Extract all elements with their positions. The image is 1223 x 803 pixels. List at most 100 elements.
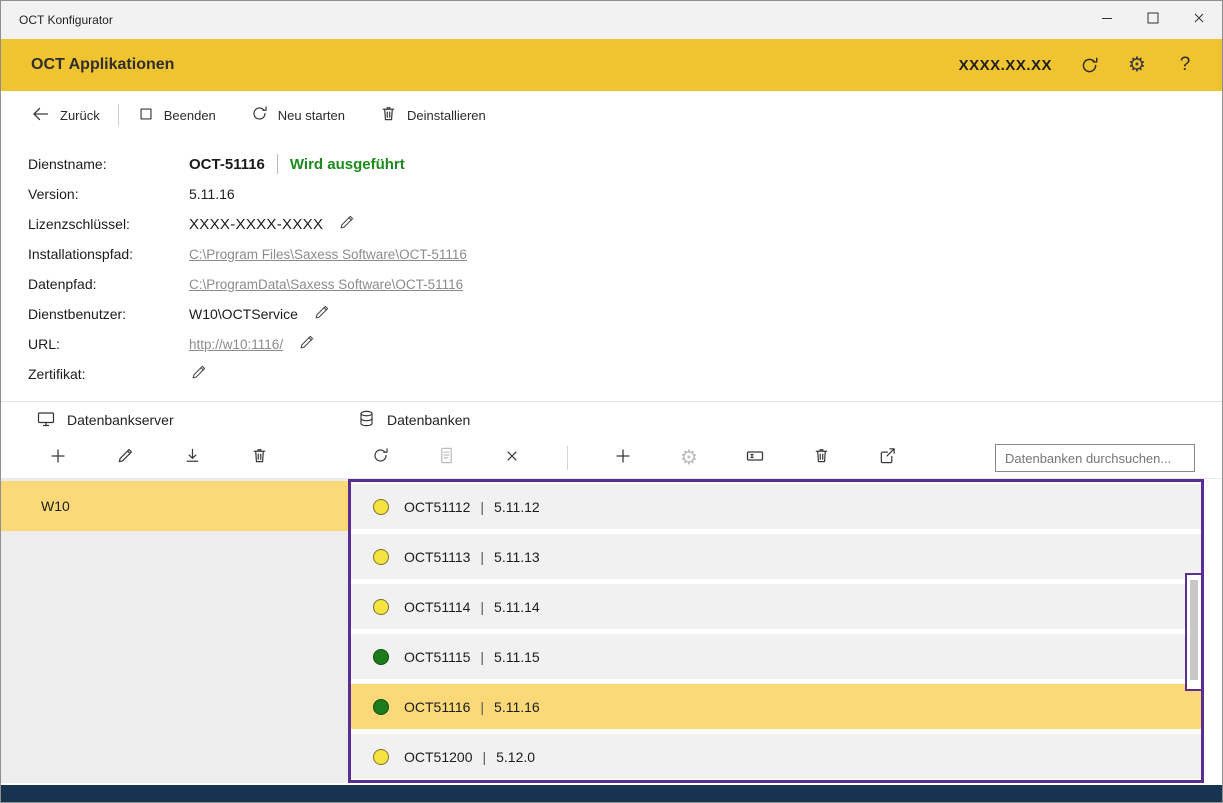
database-version: 5.11.16 xyxy=(494,699,540,715)
separator: | xyxy=(480,599,484,615)
url-link[interactable]: http://w10:1116/ xyxy=(189,337,283,352)
edit-license-button[interactable] xyxy=(337,214,357,234)
database-list-item[interactable]: OCT51112 | 5.11.12 xyxy=(351,484,1201,529)
edit-url-button[interactable] xyxy=(297,334,317,354)
database-list-item[interactable]: OCT51113 | 5.11.13 xyxy=(351,534,1201,579)
panel-headers: Datenbankserver Datenbanken xyxy=(1,401,1222,437)
download-server-button[interactable] xyxy=(181,447,203,469)
database-list-item[interactable]: OCT51114 | 5.11.14 xyxy=(351,584,1201,629)
database-search-input[interactable] xyxy=(995,444,1195,472)
database-list-item[interactable]: OCT51200 | 5.12.0 xyxy=(351,734,1201,779)
database-list-item[interactable]: OCT51115 | 5.11.15 xyxy=(351,634,1201,679)
x-icon xyxy=(503,447,521,470)
detail-row-install-path: Installationspfad: C:\Program Files\Saxe… xyxy=(28,239,1222,269)
license-label: Lizenzschlüssel: xyxy=(28,216,189,232)
database-version: 5.12.0 xyxy=(496,749,535,765)
add-database-button[interactable] xyxy=(612,447,634,469)
refresh-icon[interactable] xyxy=(1078,54,1100,76)
minimize-button[interactable] xyxy=(1084,1,1130,39)
window-controls xyxy=(1084,1,1222,39)
uninstall-label: Deinstallieren xyxy=(407,108,486,123)
database-name: OCT51116 xyxy=(404,699,470,715)
command-divider xyxy=(118,104,119,126)
pencil-icon xyxy=(298,333,316,356)
share-database-button[interactable] xyxy=(876,447,898,469)
trash-icon xyxy=(250,446,269,470)
app-window: OCT Konfigurator OCT Applikationen XXXX.… xyxy=(0,0,1223,803)
database-name: OCT51114 xyxy=(404,599,470,615)
edit-server-button[interactable] xyxy=(114,447,136,469)
database-icon xyxy=(357,409,376,431)
status-divider xyxy=(277,154,278,174)
server-list: W10 xyxy=(1,479,348,783)
database-version: 5.11.12 xyxy=(494,499,540,515)
status-dot xyxy=(373,499,389,515)
page-title: OCT Applikationen xyxy=(31,56,174,74)
detail-row-service-name: Dienstname: OCT-51116 Wird ausgeführt xyxy=(28,149,1222,179)
install-path-label: Installationspfad: xyxy=(28,246,189,262)
stop-label: Beenden xyxy=(164,108,216,123)
data-path-link[interactable]: C:\ProgramData\Saxess Software\OCT-51116 xyxy=(189,277,463,292)
install-path-link[interactable]: C:\Program Files\Saxess Software\OCT-511… xyxy=(189,247,467,262)
close-button[interactable] xyxy=(1176,1,1222,39)
status-dot xyxy=(373,549,389,565)
settings-gear-icon[interactable]: ⚙ xyxy=(1126,54,1148,76)
command-bar: Zurück Beenden Neu starten Deinstalliere… xyxy=(1,91,1222,139)
rename-database-button[interactable] xyxy=(744,447,766,469)
trash-icon xyxy=(379,104,398,126)
back-button[interactable]: Zurück xyxy=(31,104,100,127)
version-value: 5.11.16 xyxy=(189,186,235,202)
minimize-icon xyxy=(1099,10,1115,31)
uninstall-button[interactable]: Deinstallieren xyxy=(379,104,486,126)
service-name-label: Dienstname: xyxy=(28,156,189,172)
status-dot xyxy=(373,749,389,765)
rename-icon xyxy=(745,446,765,471)
edit-certificate-button[interactable] xyxy=(189,364,209,384)
add-server-button[interactable] xyxy=(47,447,69,469)
license-value: XXXX-XXXX-XXXX xyxy=(189,216,323,233)
server-panel-header: Datenbankserver xyxy=(36,402,174,438)
service-user-label: Dienstbenutzer: xyxy=(28,306,189,322)
status-dot xyxy=(373,649,389,665)
maximize-icon xyxy=(1145,10,1161,31)
server-list-item[interactable]: W10 xyxy=(1,481,348,531)
detail-row-license: Lizenzschlüssel: XXXX-XXXX-XXXX xyxy=(28,209,1222,239)
back-arrow-icon xyxy=(31,104,51,127)
maximize-button[interactable] xyxy=(1130,1,1176,39)
database-version: 5.11.13 xyxy=(494,549,540,565)
download-icon xyxy=(183,446,202,470)
database-name: OCT51112 xyxy=(404,499,470,515)
title-bar: OCT Konfigurator xyxy=(1,1,1222,39)
database-list-item-selected[interactable]: OCT51116 | 5.11.16 xyxy=(351,684,1201,729)
server-panel-title: Datenbankserver xyxy=(67,412,174,428)
toolbar-divider xyxy=(567,446,568,470)
scrollbar[interactable] xyxy=(1185,573,1203,691)
plus-icon xyxy=(48,446,68,471)
scrollbar-thumb[interactable] xyxy=(1190,580,1198,680)
delete-server-button[interactable] xyxy=(248,447,270,469)
stop-service-button[interactable]: Beenden xyxy=(137,105,216,126)
restart-label: Neu starten xyxy=(278,108,345,123)
stop-square-icon xyxy=(137,105,155,126)
detail-row-certificate: Zertifikat: xyxy=(28,359,1222,389)
restart-icon xyxy=(250,104,269,126)
script-button xyxy=(435,447,457,469)
database-panel-header: Datenbanken xyxy=(357,402,470,438)
refresh-databases-button[interactable] xyxy=(369,447,391,469)
edit-service-user-button[interactable] xyxy=(312,304,332,324)
version-label: Version: xyxy=(28,186,189,202)
separator: | xyxy=(480,499,484,515)
certificate-label: Zertifikat: xyxy=(28,366,189,382)
header-actions: XXXX.XX.XX ⚙ ? xyxy=(959,54,1196,76)
delete-database-button[interactable] xyxy=(810,447,832,469)
detail-row-url: URL: http://w10:1116/ xyxy=(28,329,1222,359)
detail-row-data-path: Datenpfad: C:\ProgramData\Saxess Softwar… xyxy=(28,269,1222,299)
separator: | xyxy=(480,699,484,715)
database-name: OCT51200 xyxy=(404,749,472,765)
restart-service-button[interactable]: Neu starten xyxy=(250,104,345,126)
help-icon[interactable]: ? xyxy=(1174,54,1196,76)
status-bar xyxy=(1,785,1222,802)
cancel-button[interactable] xyxy=(501,447,523,469)
database-version: 5.11.14 xyxy=(494,599,540,615)
pencil-icon xyxy=(313,303,331,326)
